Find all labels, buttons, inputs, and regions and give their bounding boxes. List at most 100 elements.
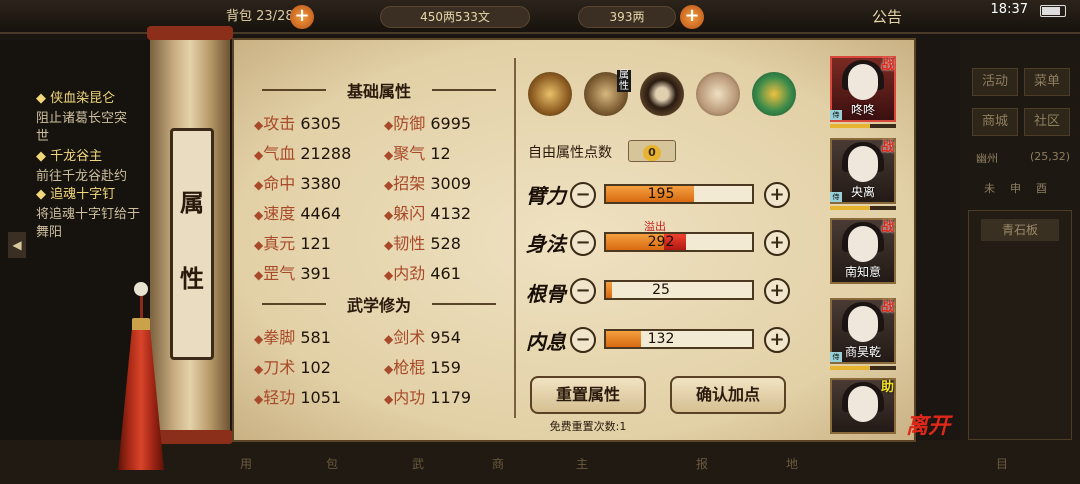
nav-item-1[interactable]: 用 xyxy=(224,446,268,482)
community-button[interactable]: 社区 xyxy=(1024,108,1070,136)
column-divider xyxy=(514,58,516,418)
nav-item-6[interactable]: 报 xyxy=(680,446,724,482)
nav-item-7[interactable]: 地 xyxy=(770,446,814,482)
battle-badge-3: 战 xyxy=(880,220,894,235)
role-tag-4: 侍 xyxy=(830,352,842,362)
battle-badge-1: 战 xyxy=(880,58,894,73)
attr-strength-label: 臂力 xyxy=(526,184,566,208)
strength-plus-button[interactable]: + xyxy=(764,182,790,208)
name-char-1: 属 xyxy=(180,188,204,217)
quest-title-1[interactable]: ◆ 侠血染昆仑 xyxy=(36,90,115,108)
stat-focus: ◆聚气 12 xyxy=(384,144,451,163)
strength-bar: 195 xyxy=(604,184,754,204)
stat-spear: ◆枪棍 159 xyxy=(384,358,461,377)
breath-minus-button[interactable]: − xyxy=(570,327,596,353)
leave-button[interactable]: 离开 xyxy=(906,408,950,440)
stats-column: 基础属性 ◆攻击 6305 ◆防御 6995 ◆气血 21288 ◆聚气 12 … xyxy=(244,58,514,418)
party-member-5[interactable]: 助 xyxy=(830,378,896,434)
name-char-2: 性 xyxy=(180,264,204,293)
activity-button[interactable]: 活动 xyxy=(972,68,1018,96)
portrait-face xyxy=(848,386,878,422)
quest-title-2[interactable]: ◆ 千龙谷主 xyxy=(36,148,102,166)
stat-fist: ◆拳脚 581 xyxy=(254,328,331,347)
strength-minus-button[interactable]: − xyxy=(570,182,596,208)
stat-toughness: ◆韧性 528 xyxy=(384,234,461,253)
time-tab-1: 未 xyxy=(984,182,995,195)
quest-desc-1b: 世 xyxy=(36,129,50,144)
nav-item-4[interactable]: 商 xyxy=(476,446,520,482)
board-label: 青石板 xyxy=(981,219,1059,241)
portrait-face xyxy=(848,306,878,342)
add-silver-button[interactable]: + xyxy=(680,5,704,29)
portrait-face xyxy=(848,64,878,100)
stat-blade: ◆刀术 102 xyxy=(254,358,331,377)
nav-item-8[interactable]: 目 xyxy=(980,446,1024,482)
clock: 18:37 xyxy=(990,2,1028,17)
meridian-icon[interactable] xyxy=(696,72,740,116)
agility-bar: 292 xyxy=(604,232,754,252)
attribute-tab-tag: 属性 xyxy=(617,70,631,92)
constitution-minus-button[interactable]: − xyxy=(570,278,596,304)
quest-desc-1a: 阻止诸葛长空突 xyxy=(36,111,128,126)
stat-defense: ◆防御 6995 xyxy=(384,114,472,133)
constitution-bar: 25 xyxy=(604,280,754,300)
silver-display: 393两 xyxy=(578,6,676,28)
stat-inner-art: ◆内功 1179 xyxy=(384,388,472,407)
constitution-plus-button[interactable]: + xyxy=(764,278,790,304)
agility-plus-button[interactable]: + xyxy=(764,230,790,256)
time-tab-2: 申 xyxy=(1010,182,1021,195)
attr-agility-label: 身法 xyxy=(526,232,566,256)
party-member-4[interactable]: 商昊乾 战 侍 xyxy=(830,298,896,364)
party-member-3[interactable]: 南知意 战 xyxy=(830,218,896,284)
attr-breath-label: 内息 xyxy=(526,330,566,354)
agility-minus-button[interactable]: − xyxy=(570,230,596,256)
party-name-3: 南知意 xyxy=(844,265,881,279)
stat-hit: ◆命中 3380 xyxy=(254,174,342,193)
role-tag-1: 侍 xyxy=(830,110,842,120)
battle-badge-2: 战 xyxy=(880,140,894,155)
stat-aura: ◆罡气 391 xyxy=(254,264,331,283)
collapse-quest-button[interactable]: ◀ xyxy=(8,232,26,258)
jade-icon[interactable] xyxy=(752,72,796,116)
strength-value: 195 xyxy=(647,186,675,202)
nav-item-3[interactable]: 武 xyxy=(396,446,440,482)
role-tag-2: 侍 xyxy=(830,192,842,202)
stat-hp: ◆气血 21288 xyxy=(254,144,352,163)
quest-desc-2: 前往千龙谷赴约 xyxy=(36,169,128,184)
shop-button[interactable]: 商城 xyxy=(972,108,1018,136)
free-points-label: 自由属性点数 xyxy=(528,145,612,161)
quest-desc-3b: 舞阳 xyxy=(36,225,63,240)
quest-title-3[interactable]: ◆ 追魂十字钉 xyxy=(36,186,115,204)
tassel-knot xyxy=(132,318,150,332)
menu-button[interactable]: 菜单 xyxy=(1024,68,1070,96)
stat-essence: ◆真元 121 xyxy=(254,234,331,253)
battery-icon xyxy=(1040,5,1066,17)
reset-attributes-button[interactable]: 重置属性 xyxy=(530,376,646,414)
stat-dodge: ◆躲闪 4132 xyxy=(384,204,472,223)
hat-icon[interactable] xyxy=(528,72,572,116)
location-board: 青石板 xyxy=(968,210,1072,440)
panel-name-card: 属 性 xyxy=(170,128,214,360)
taiji-icon[interactable] xyxy=(640,72,684,116)
party-member-1[interactable]: 咚咚 战 侍 xyxy=(830,56,896,122)
breath-bar: 132 xyxy=(604,329,754,349)
breath-value: 132 xyxy=(647,331,675,347)
agility-value: 292 xyxy=(647,234,675,250)
portrait-face xyxy=(848,146,878,182)
free-reset-count: 免费重置次数:1 xyxy=(549,420,627,433)
stat-attack: ◆攻击 6305 xyxy=(254,114,342,133)
nav-item-5[interactable]: 主 xyxy=(560,446,604,482)
notice-button[interactable]: 公告 xyxy=(872,6,902,27)
time-tab-3: 酉 xyxy=(1036,182,1047,195)
confirm-points-button[interactable]: 确认加点 xyxy=(670,376,786,414)
basic-stats-title: 基础属性 xyxy=(346,82,411,101)
free-points-value: 0 xyxy=(643,145,661,161)
breath-plus-button[interactable]: + xyxy=(764,327,790,353)
free-points-box: 0 xyxy=(628,140,676,162)
add-bag-button[interactable]: + xyxy=(290,5,314,29)
tassel-bead xyxy=(134,282,148,296)
nav-item-2[interactable]: 包 xyxy=(310,446,354,482)
attr-constitution-label: 根骨 xyxy=(526,282,566,306)
party-member-2[interactable]: 央离 战 侍 xyxy=(830,138,896,204)
stat-speed: ◆速度 4464 xyxy=(254,204,342,223)
